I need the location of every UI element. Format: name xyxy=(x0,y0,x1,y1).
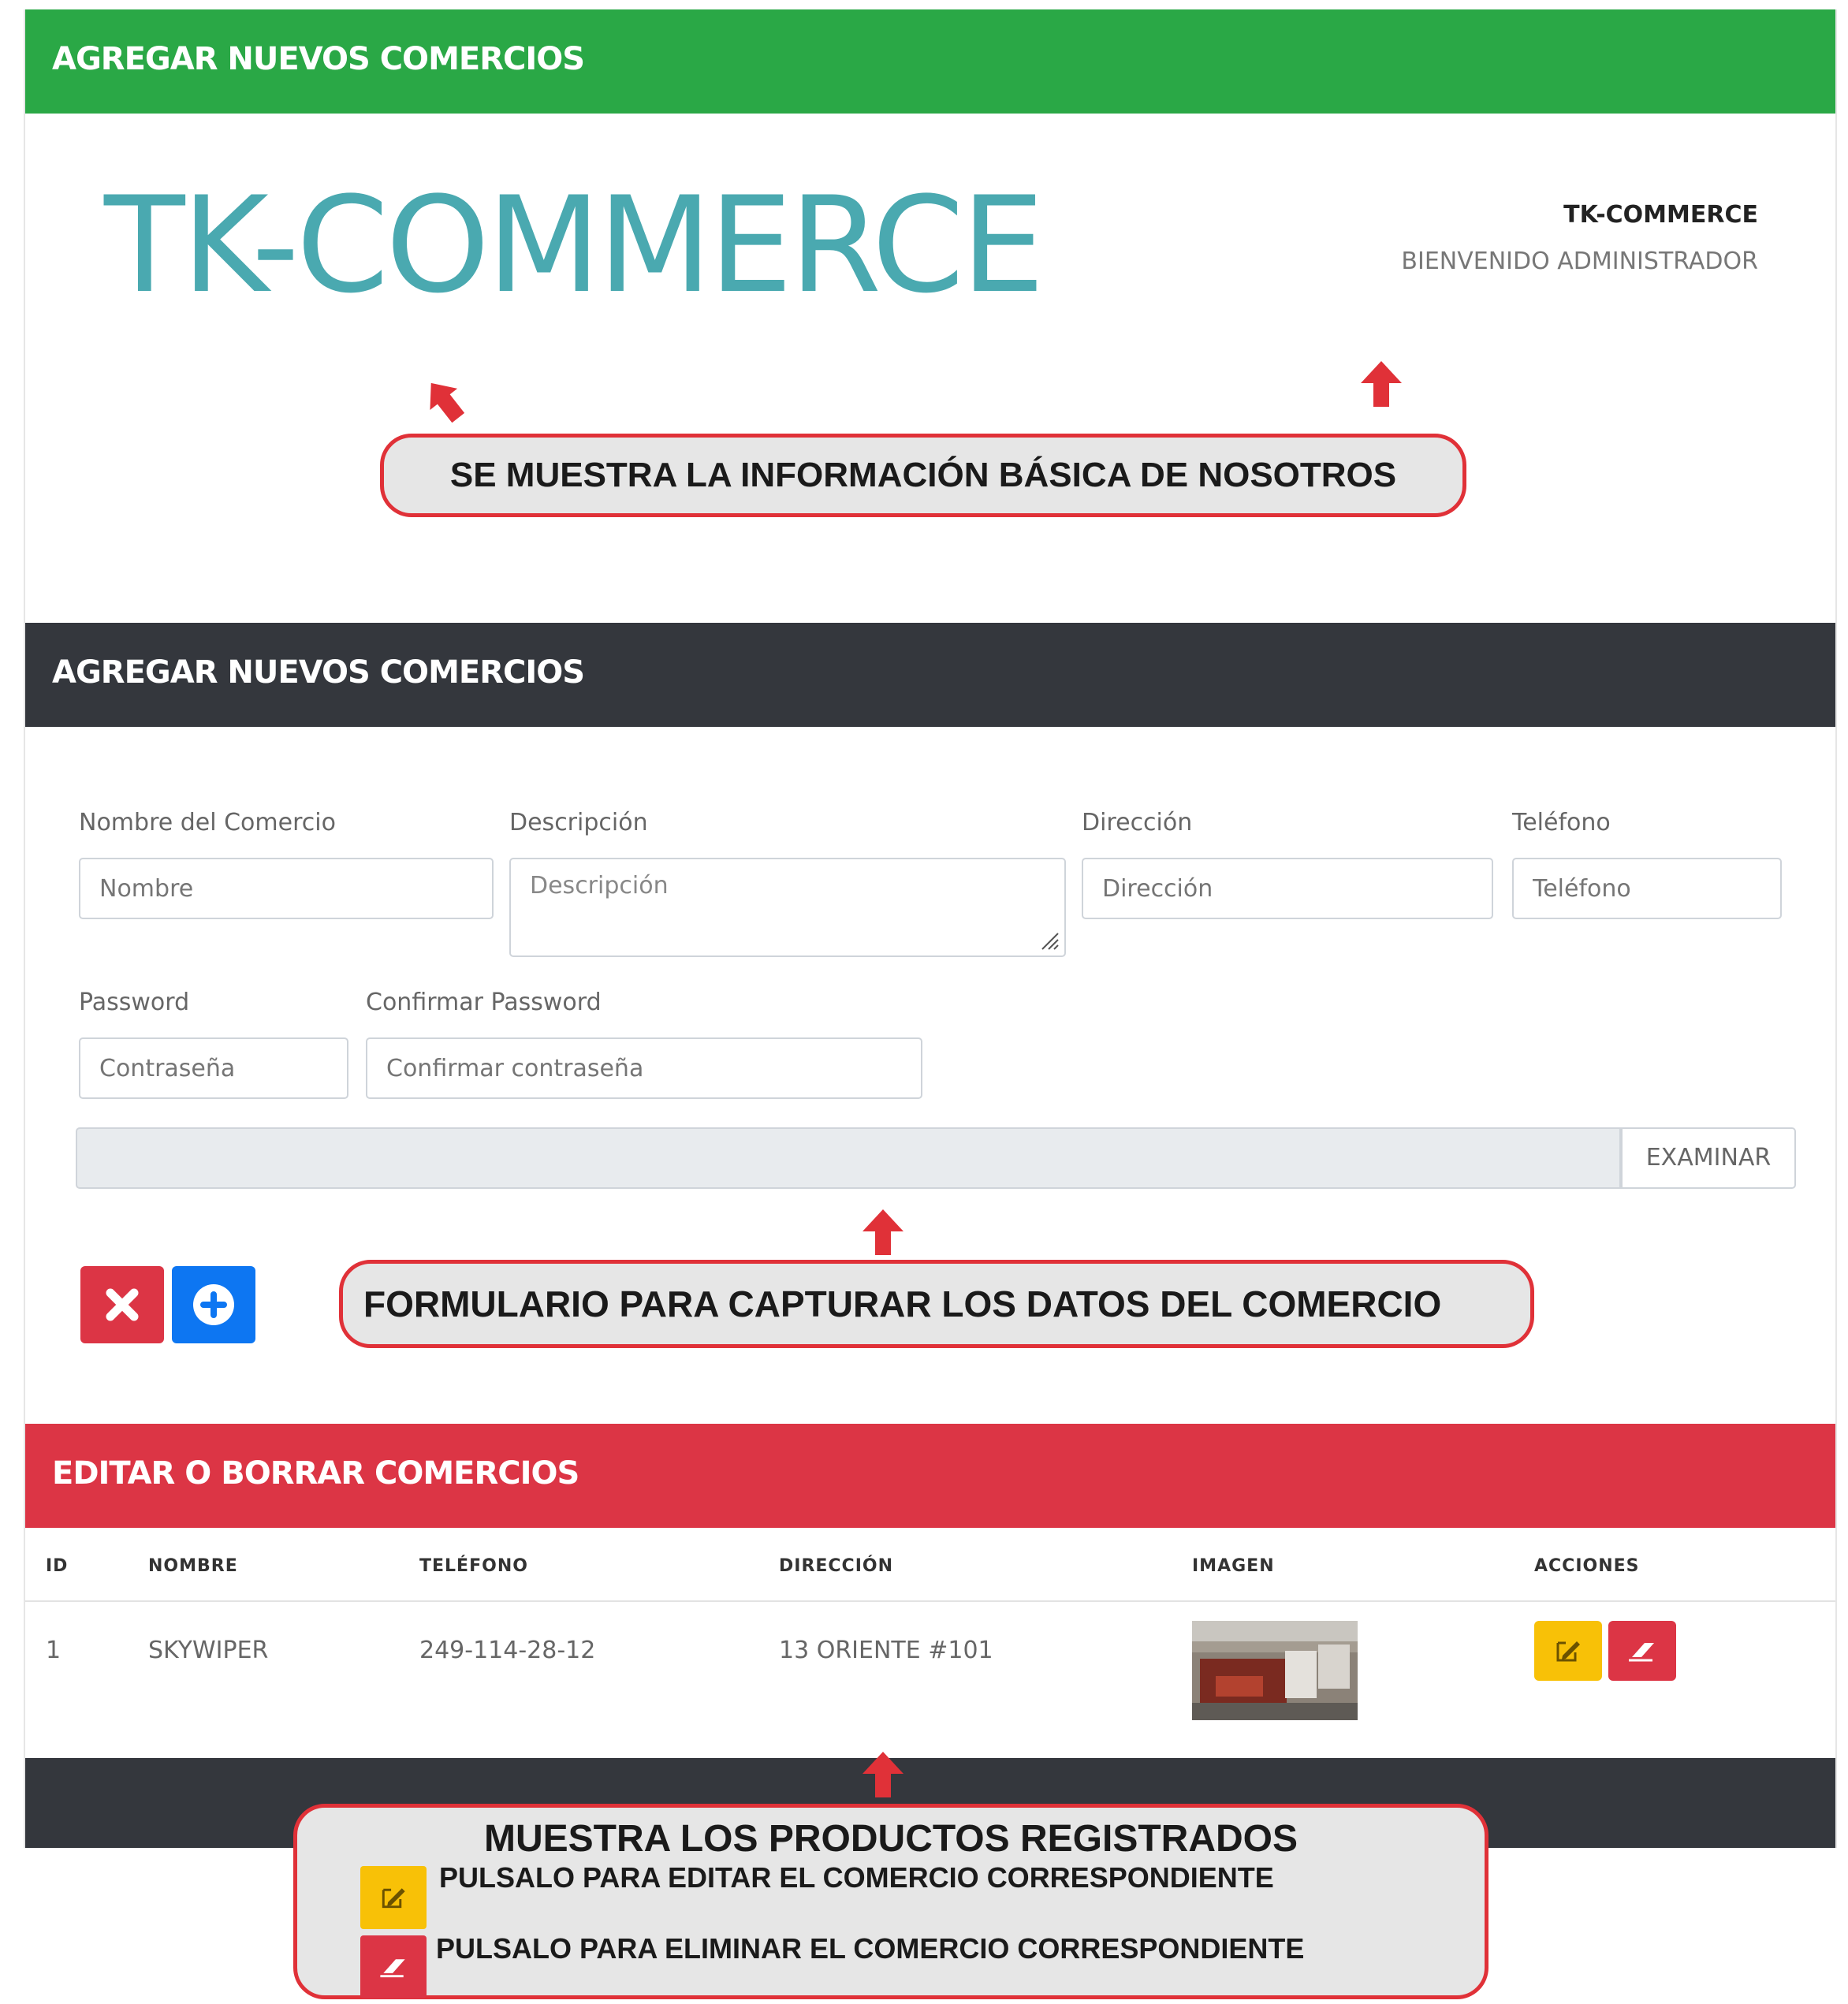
table-header-divider xyxy=(25,1600,1835,1602)
descripcion-label: Descripción xyxy=(509,809,648,836)
form-section-title: AGREGAR NUEVOS COMERCIOS xyxy=(52,654,585,691)
callout-list-title: MUESTRA LOS PRODUCTOS REGISTRADOS xyxy=(483,1818,1298,1860)
resize-grip-icon[interactable] xyxy=(1039,930,1060,951)
telefono-label: Teléfono xyxy=(1512,809,1611,836)
password-label: Password xyxy=(79,989,190,1016)
arrow-up-icon xyxy=(863,1752,904,1797)
browse-button[interactable]: EXAMINAR xyxy=(1621,1127,1796,1189)
callout-list: MUESTRA LOS PRODUCTOS REGISTRADOS PULSAL… xyxy=(293,1804,1488,1999)
cell-telefono: 249-114-28-12 xyxy=(419,1637,596,1664)
plus-circle-icon xyxy=(193,1284,234,1325)
cell-id: 1 xyxy=(46,1637,61,1664)
confirm-password-input[interactable] xyxy=(366,1037,922,1099)
cell-direccion: 13 ORIENTE #101 xyxy=(779,1637,993,1664)
descripcion-textarea[interactable]: Descripción xyxy=(509,858,1066,957)
nombre-label: Nombre del Comercio xyxy=(79,809,336,836)
admin-page: AGREGAR NUEVOS COMERCIOS TK-COMMERCE TK-… xyxy=(24,9,1837,1848)
cell-nombre: SKYWIPER xyxy=(148,1637,269,1664)
table-section-header: EDITAR O BORRAR COMERCIOS xyxy=(25,1424,1835,1528)
edit-commerce-button[interactable] xyxy=(1534,1621,1602,1681)
telefono-input[interactable] xyxy=(1512,858,1782,919)
column-header-nombre: NOMBRE xyxy=(148,1556,238,1576)
brand-logo: TK-COMMERCE xyxy=(104,168,1045,322)
column-header-imagen: IMAGEN xyxy=(1192,1556,1275,1576)
table-section-title: EDITAR O BORRAR COMERCIOS xyxy=(52,1455,579,1492)
callout-edit-hint: PULSALO PARA EDITAR EL COMERCIO CORRESPO… xyxy=(439,1861,1274,1894)
cancel-button[interactable] xyxy=(80,1266,164,1343)
top-header-bar: AGREGAR NUEVOS COMERCIOS xyxy=(25,9,1835,114)
descripcion-placeholder: Descripción xyxy=(530,872,669,900)
arrow-up-icon xyxy=(1361,361,1402,407)
legend-edit-button xyxy=(360,1866,427,1929)
delete-commerce-button[interactable] xyxy=(1608,1621,1676,1681)
arrow-up-icon xyxy=(863,1209,904,1255)
callout-delete-hint: PULSALO PARA ELIMINAR EL COMERCIO CORRES… xyxy=(436,1932,1305,1965)
confirm-password-label: Confirmar Password xyxy=(366,989,602,1016)
callout-info: SE MUESTRA LA INFORMACIÓN BÁSICA DE NOSO… xyxy=(380,434,1466,517)
close-icon xyxy=(106,1288,139,1321)
direccion-label: Dirección xyxy=(1082,809,1193,836)
edit-icon xyxy=(382,1888,405,1909)
top-header-title: AGREGAR NUEVOS COMERCIOS xyxy=(52,41,585,77)
edit-icon xyxy=(1556,1641,1580,1662)
welcome-text: BIENVENIDO ADMINISTRADOR xyxy=(1401,248,1758,275)
arrow-up-icon xyxy=(430,382,465,423)
form-section-header: AGREGAR NUEVOS COMERCIOS xyxy=(25,623,1835,727)
commerce-image-thumbnail xyxy=(1192,1621,1358,1720)
column-header-telefono: TELÉFONO xyxy=(419,1556,528,1576)
brand-info: TK-COMMERCE BIENVENIDO ADMINISTRADOR xyxy=(1401,201,1758,275)
column-header-acciones: ACCIONES xyxy=(1534,1556,1640,1576)
password-input[interactable] xyxy=(79,1037,348,1099)
column-header-direccion: DIRECCIÓN xyxy=(779,1556,894,1576)
brand-name: TK-COMMERCE xyxy=(1563,201,1758,229)
file-path-field[interactable] xyxy=(76,1127,1621,1189)
callout-form: FORMULARIO PARA CAPTURAR LOS DATOS DEL C… xyxy=(339,1260,1534,1348)
column-header-id: ID xyxy=(46,1556,69,1576)
eraser-icon xyxy=(380,1959,405,1978)
add-commerce-button[interactable] xyxy=(172,1266,255,1343)
eraser-icon xyxy=(1629,1643,1654,1662)
nombre-input[interactable] xyxy=(79,858,494,919)
legend-delete-button xyxy=(360,1935,427,1998)
direccion-input[interactable] xyxy=(1082,858,1493,919)
